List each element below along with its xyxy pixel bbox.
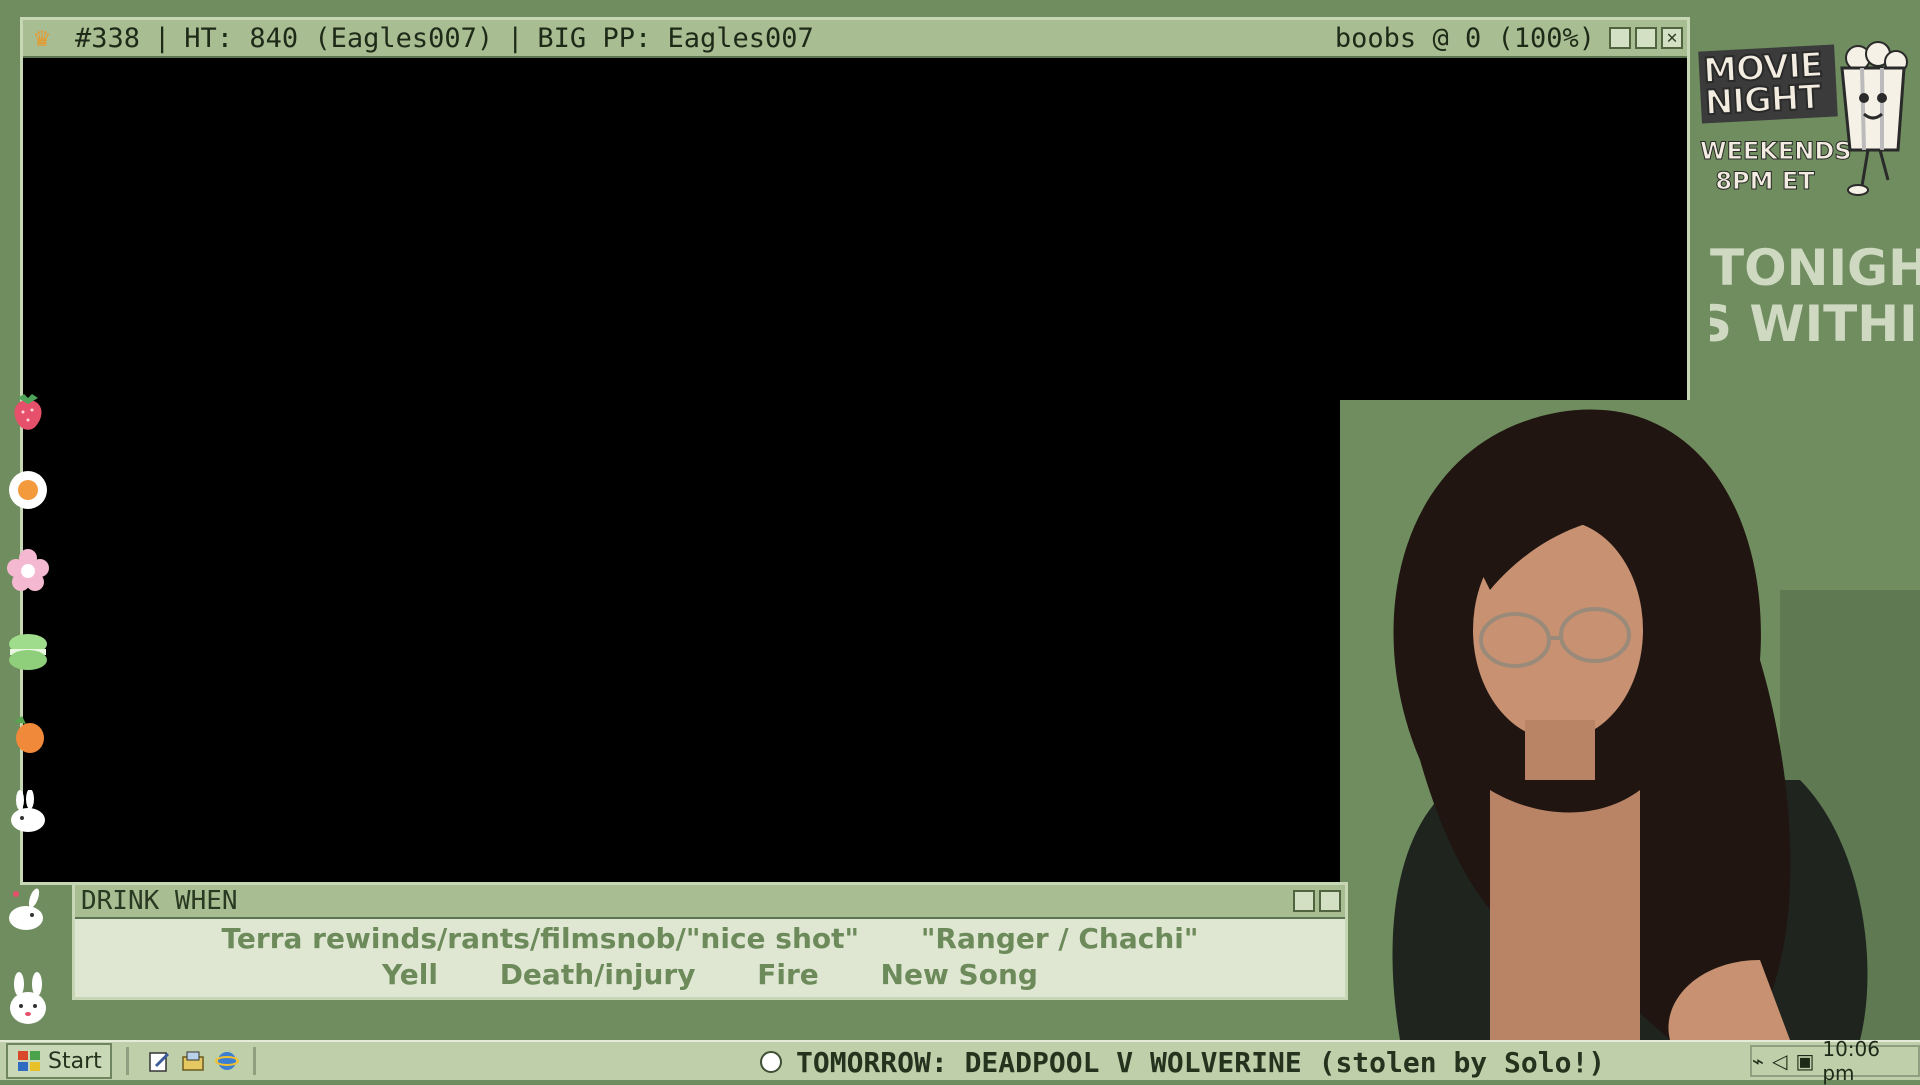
rule-item: Yell xyxy=(382,958,438,991)
bunny-icon xyxy=(9,888,43,930)
title-id: #338 xyxy=(75,22,141,54)
rule-item: Fire xyxy=(757,958,819,991)
rule-item: Terra rewinds/rants/filmsnob/"nice shot" xyxy=(221,922,860,955)
taskbar-divider xyxy=(125,1047,129,1075)
quick-launch xyxy=(147,1049,239,1073)
volume-icon[interactable]: ◁ xyxy=(1772,1049,1787,1073)
title-ht: HT: 840 (Eagles007) xyxy=(184,22,494,54)
system-tray: ⌁ ◁ ▣ 10:06 pm xyxy=(1750,1037,1920,1085)
strawberry-icon xyxy=(14,394,42,430)
taskbar-divider xyxy=(252,1047,256,1075)
movie-night-promo: MOVIE NIGHT WEEKENDS 8PM ET xyxy=(1698,40,1920,200)
title-right: boobs @ 0 (100%) xyxy=(1334,22,1595,54)
monitor-icon[interactable]: ▣ xyxy=(1795,1049,1814,1073)
promo-days: WEEKENDS xyxy=(1700,137,1853,166)
tonight-line2: S WITHI xyxy=(1710,295,1918,352)
taskbar: Start TOMORROW: DEADPOOL V WOLVERINE (st… xyxy=(0,1037,1920,1085)
explorer-icon[interactable] xyxy=(181,1049,205,1073)
rule-row: Terra rewinds/rants/filmsnob/"nice shot"… xyxy=(75,921,1345,957)
rule-row: Yell Death/injury Fire New Song xyxy=(75,957,1345,993)
drink-when-rules: Terra rewinds/rants/filmsnob/"nice shot"… xyxy=(75,919,1345,993)
carrot-icon xyxy=(14,716,44,753)
tonight-banner: TONIGHT: S WITHI xyxy=(1710,240,1920,352)
maximize-button[interactable] xyxy=(1319,890,1341,912)
webcam-feed xyxy=(1340,400,1920,1040)
notepad-icon[interactable] xyxy=(147,1049,171,1073)
title-separator: | xyxy=(507,22,524,54)
promo-title: MOVIE NIGHT xyxy=(1698,44,1838,124)
record-dot-icon xyxy=(760,1051,782,1073)
ticker: TOMORROW: DEADPOOL V WOLVERINE (stolen b… xyxy=(760,1042,1605,1082)
minimize-button[interactable] xyxy=(1609,27,1631,49)
title-pp: BIG PP: Eagles007 xyxy=(537,22,814,54)
egg-icon xyxy=(9,471,47,509)
browser-icon[interactable] xyxy=(214,1049,239,1073)
rule-item: "Ranger / Chachi" xyxy=(920,922,1199,955)
start-label: Start xyxy=(48,1048,102,1074)
macaron-icon xyxy=(9,634,47,670)
bunny-icon xyxy=(11,790,45,832)
promo-time: 8PM ET xyxy=(1715,167,1815,196)
title-separator: | xyxy=(154,22,171,54)
start-button[interactable]: Start xyxy=(6,1043,112,1079)
flower-icon xyxy=(7,549,49,591)
close-button[interactable]: ✕ xyxy=(1661,27,1683,49)
drink-when-window: DRINK WHEN Terra rewinds/rants/filmsnob/… xyxy=(72,882,1348,1000)
minimize-button[interactable] xyxy=(1293,890,1315,912)
popcorn-mascot-icon xyxy=(1840,41,1908,196)
rule-item: Death/injury xyxy=(499,958,696,991)
clock[interactable]: 10:06 pm xyxy=(1822,1037,1914,1085)
ticker-text: TOMORROW: DEADPOOL V WOLVERINE (stolen b… xyxy=(796,1045,1606,1079)
bunny-icon xyxy=(10,972,46,1024)
main-titlebar[interactable]: ♛ #338 | HT: 840 (Eagles007) | BIG PP: E… xyxy=(23,20,1687,58)
tonight-line1: TONIGHT: xyxy=(1710,240,1920,297)
drink-when-title: DRINK WHEN xyxy=(81,886,238,916)
drink-when-titlebar[interactable]: DRINK WHEN xyxy=(75,885,1345,919)
crown-icon: ♛ xyxy=(34,23,50,53)
network-icon[interactable]: ⌁ xyxy=(1752,1049,1764,1073)
rule-item: New Song xyxy=(880,958,1038,991)
promo-schedule: WEEKENDS 8PM ET xyxy=(1700,136,1853,196)
windows-logo-icon xyxy=(18,1051,40,1071)
maximize-button[interactable] xyxy=(1635,27,1657,49)
